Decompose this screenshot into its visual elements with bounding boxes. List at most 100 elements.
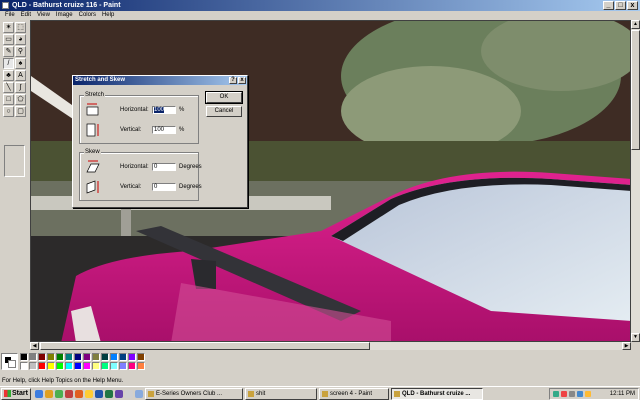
rounded-rectangle-icon[interactable]: ▢: [15, 106, 26, 117]
outlook-icon[interactable]: [115, 389, 123, 398]
color-picker-icon[interactable]: ✎: [3, 46, 14, 57]
palette-swatch[interactable]: [83, 353, 91, 361]
palette-swatch[interactable]: [101, 353, 109, 361]
start-button[interactable]: Start: [1, 387, 31, 400]
palette-swatch[interactable]: [20, 362, 28, 370]
tool-options-box[interactable]: [4, 145, 25, 177]
horizontal-scroll-thumb[interactable]: [40, 342, 370, 350]
update-icon[interactable]: [585, 391, 591, 397]
pencil-icon[interactable]: /: [3, 58, 14, 69]
maximize-button[interactable]: □: [615, 1, 626, 10]
messenger-icon[interactable]: [55, 389, 63, 398]
dialog-close-button[interactable]: x: [238, 77, 246, 84]
stretch-horizontal-input[interactable]: 100: [152, 106, 176, 114]
stretch-horizontal-icon: [86, 103, 99, 116]
menu-colors[interactable]: Colors: [76, 11, 99, 20]
palette-swatch[interactable]: [56, 362, 64, 370]
cancel-button[interactable]: Cancel: [206, 106, 242, 117]
curve-icon[interactable]: ∫: [15, 82, 26, 93]
eraser-icon[interactable]: ▭: [3, 34, 14, 45]
folder-icon[interactable]: [85, 389, 93, 398]
palette-swatch[interactable]: [20, 353, 28, 361]
stretch-vertical-icon: [86, 123, 99, 137]
stretch-vertical-input[interactable]: 100: [152, 126, 176, 134]
rectangle-icon[interactable]: □: [3, 94, 14, 105]
palette-swatch[interactable]: [74, 353, 82, 361]
palette-swatch[interactable]: [74, 362, 82, 370]
palette-swatch[interactable]: [92, 362, 100, 370]
scroll-up-icon[interactable]: ▲: [631, 20, 640, 29]
vertical-scroll-thumb[interactable]: [631, 30, 640, 150]
palette-swatch[interactable]: [119, 362, 127, 370]
palette-swatch[interactable]: [65, 353, 73, 361]
browser-icon[interactable]: [35, 389, 43, 398]
palette-swatch[interactable]: [110, 353, 118, 361]
desktop-icon[interactable]: [125, 389, 133, 398]
palette-swatch[interactable]: [38, 353, 46, 361]
menu-edit[interactable]: Edit: [18, 11, 34, 20]
palette-swatch[interactable]: [65, 362, 73, 370]
line-icon[interactable]: ╲: [3, 82, 14, 93]
volume-icon[interactable]: [569, 391, 575, 397]
minimize-button[interactable]: _: [603, 1, 614, 10]
horizontal-scrollbar[interactable]: ◀ ▶: [30, 342, 631, 350]
media-icon[interactable]: [45, 389, 53, 398]
skew-vertical-label: Vertical:: [120, 184, 142, 190]
word-icon[interactable]: [95, 389, 103, 398]
palette-swatch[interactable]: [137, 362, 145, 370]
brush-icon[interactable]: ♠: [15, 58, 26, 69]
skew-vertical-input[interactable]: 0: [152, 183, 176, 191]
task-eseries[interactable]: E-Series Owners Club ...: [145, 387, 243, 400]
palette-swatch[interactable]: [92, 353, 100, 361]
palette-swatch[interactable]: [101, 362, 109, 370]
ok-button[interactable]: OK: [205, 91, 243, 104]
palette-swatch[interactable]: [83, 362, 91, 370]
skew-horizontal-input[interactable]: 0: [152, 163, 176, 171]
app-icon[interactable]: [65, 389, 73, 398]
palette-swatch[interactable]: [29, 362, 37, 370]
ellipse-icon[interactable]: ○: [3, 106, 14, 117]
free-select-icon[interactable]: ✶: [3, 22, 14, 33]
task-qld-paint[interactable]: QLD - Bathurst cruize ...: [391, 387, 483, 400]
airbrush-icon[interactable]: ♣: [3, 70, 14, 81]
palette-swatch[interactable]: [56, 353, 64, 361]
task-shit[interactable]: shit: [245, 387, 317, 400]
palette-swatch[interactable]: [137, 353, 145, 361]
network-icon[interactable]: [553, 391, 559, 397]
magnifier-icon[interactable]: ⚲: [15, 46, 26, 57]
palette-swatch[interactable]: [119, 353, 127, 361]
title-bar[interactable]: QLD - Bathurst cruize 116 - Paint _ □ x: [0, 0, 640, 11]
polygon-icon[interactable]: ⬠: [15, 94, 26, 105]
menu-file[interactable]: File: [2, 11, 18, 20]
vertical-scrollbar[interactable]: ▲ ▼: [631, 20, 640, 342]
skew-label: Skew: [84, 148, 101, 156]
antivirus-icon[interactable]: [561, 391, 567, 397]
palette-swatch[interactable]: [38, 362, 46, 370]
firefox-icon[interactable]: [75, 389, 83, 398]
dialog-title-bar[interactable]: Stretch and Skew ? x: [73, 76, 247, 85]
close-button[interactable]: x: [627, 1, 638, 10]
task-screen4-paint[interactable]: screen 4 - Paint: [319, 387, 389, 400]
menu-image[interactable]: Image: [53, 11, 76, 20]
dialog-title: Stretch and Skew: [75, 77, 126, 83]
help-button[interactable]: ?: [229, 77, 237, 84]
text-icon[interactable]: A: [15, 70, 26, 81]
palette-swatch[interactable]: [110, 362, 118, 370]
background-color: [8, 360, 16, 368]
fill-icon[interactable]: ◕: [15, 34, 26, 45]
select-icon[interactable]: ⬚: [15, 22, 26, 33]
palette-swatch[interactable]: [128, 353, 136, 361]
scroll-right-icon[interactable]: ▶: [622, 342, 631, 350]
excel-icon[interactable]: [105, 389, 113, 398]
scroll-down-icon[interactable]: ▼: [631, 333, 640, 342]
palette-swatch[interactable]: [47, 362, 55, 370]
scroll-left-icon[interactable]: ◀: [30, 342, 39, 350]
palette-swatch[interactable]: [47, 353, 55, 361]
paint-app-icon[interactable]: [2, 2, 9, 9]
menu-help[interactable]: Help: [99, 11, 117, 20]
messenger-tray-icon[interactable]: [577, 391, 583, 397]
menu-view[interactable]: View: [34, 11, 53, 20]
explorer-icon[interactable]: [135, 389, 143, 398]
palette-swatch[interactable]: [128, 362, 136, 370]
palette-swatch[interactable]: [29, 353, 37, 361]
